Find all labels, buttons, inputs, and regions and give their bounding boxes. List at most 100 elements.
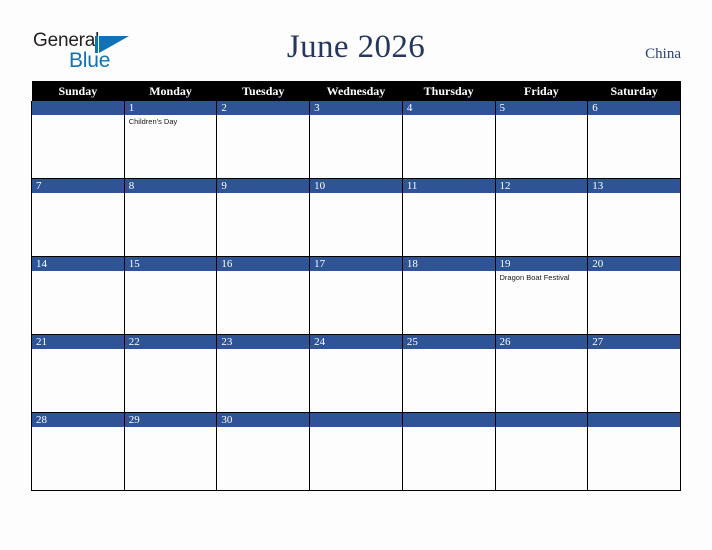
calendar-day-cell[interactable]: 29: [123, 412, 218, 491]
calendar-day-cell[interactable]: 30: [216, 412, 311, 491]
day-cell-inner: 21: [32, 335, 124, 412]
calendar-day-cell[interactable]: 14: [31, 256, 125, 335]
day-cell-inner: 17: [310, 257, 402, 334]
calendar-day-cell[interactable]: 18: [401, 256, 496, 335]
day-cell-inner: [310, 413, 402, 490]
holiday-event-label: Dragon Boat Festival: [499, 273, 570, 282]
calendar-day-cell[interactable]: 20: [587, 256, 681, 335]
day-events: [32, 193, 124, 195]
calendar-day-cell[interactable]: 27: [587, 334, 681, 413]
day-cell-inner: 22: [124, 335, 217, 412]
calendar-day-cell[interactable]: 13: [587, 178, 681, 257]
calendar-day-cell[interactable]: 3: [309, 101, 403, 179]
calendar-day-cell[interactable]: 25: [401, 334, 496, 413]
calendar-day-cell[interactable]: 5: [494, 101, 589, 179]
day-events: [217, 271, 309, 273]
calendar-day-cell[interactable]: 11: [401, 178, 496, 257]
day-number: 21: [32, 335, 124, 349]
day-cell-inner: 3: [310, 101, 402, 178]
calendar-day-cell[interactable]: 16: [216, 256, 311, 335]
country-label: China: [645, 46, 681, 62]
day-cell-inner: 28: [32, 413, 124, 490]
calendar-day-cell[interactable]: 10: [309, 178, 403, 257]
day-cell-inner: 18: [402, 257, 495, 334]
calendar-day-cell[interactable]: 7: [31, 178, 125, 257]
calendar-day-cell[interactable]: 24: [309, 334, 403, 413]
day-number: 8: [124, 179, 217, 193]
weekday-header-row: Sunday Monday Tuesday Wednesday Thursday…: [31, 81, 681, 101]
day-cell-inner: 14: [32, 257, 124, 334]
calendar-empty-cell: [494, 412, 589, 491]
calendar-day-cell[interactable]: 6: [587, 101, 681, 179]
day-cell-inner: 30: [217, 413, 310, 490]
calendar-week-row: 21 22 23 24 25 26 27: [31, 334, 681, 413]
day-number: 2: [217, 101, 310, 115]
day-events: [217, 193, 309, 195]
day-number: 29: [124, 413, 217, 427]
day-events: [217, 349, 309, 351]
day-events: Children's Day: [125, 115, 217, 127]
calendar-day-cell[interactable]: 12: [494, 178, 589, 257]
day-cell-inner: 13: [588, 179, 680, 256]
day-number: 15: [124, 257, 217, 271]
day-number: 26: [495, 335, 588, 349]
calendar-week-row: 7 8 9 10 11 12 13: [31, 178, 681, 257]
day-number: 18: [402, 257, 495, 271]
calendar-day-cell[interactable]: 4: [401, 101, 496, 179]
day-number: 12: [495, 179, 588, 193]
day-number: 6: [588, 101, 680, 115]
day-cell-inner: 5: [495, 101, 588, 178]
calendar-day-cell[interactable]: 1 Children's Day: [123, 101, 218, 179]
weekday-header-sunday: Sunday: [31, 81, 125, 101]
day-number: 30: [217, 413, 310, 427]
day-cell-inner: 24: [310, 335, 402, 412]
day-number: 13: [588, 179, 680, 193]
day-number: 27: [588, 335, 680, 349]
calendar-day-cell[interactable]: 9: [216, 178, 311, 257]
day-number: 23: [217, 335, 310, 349]
day-number: 4: [402, 101, 495, 115]
day-events: [403, 193, 495, 195]
page-title: June 2026: [286, 29, 426, 65]
day-cell-inner: 1 Children's Day: [124, 101, 217, 178]
calendar-day-cell[interactable]: 26: [494, 334, 589, 413]
day-events: [588, 427, 680, 429]
day-number: 11: [402, 179, 495, 193]
day-cell-inner: 4: [402, 101, 495, 178]
day-events: [496, 427, 588, 429]
holiday-event-label: Children's Day: [128, 117, 178, 126]
day-number: 9: [217, 179, 310, 193]
day-cell-inner: [402, 413, 495, 490]
calendar-day-cell[interactable]: 21: [31, 334, 125, 413]
calendar-day-cell[interactable]: 8: [123, 178, 218, 257]
day-cell-inner: 2: [217, 101, 310, 178]
calendar-day-cell[interactable]: 15: [123, 256, 218, 335]
day-events: [125, 193, 217, 195]
day-events: [217, 115, 309, 117]
calendar-day-cell[interactable]: 22: [123, 334, 218, 413]
day-cell-inner: 10: [310, 179, 402, 256]
day-events: [588, 349, 680, 351]
calendar-week-row: 14 15 16 17 18 19 Dragon Boat Festival 20: [31, 256, 681, 335]
calendar-day-cell[interactable]: 2: [216, 101, 311, 179]
day-events: [403, 271, 495, 273]
calendar-day-cell[interactable]: 28: [31, 412, 125, 491]
weekday-header-saturday: Saturday: [587, 81, 681, 101]
calendar-empty-cell: [587, 412, 681, 491]
day-cell-inner: 15: [124, 257, 217, 334]
day-cell-inner: 19 Dragon Boat Festival: [495, 257, 588, 334]
day-cell-inner: [495, 413, 588, 490]
day-cell-inner: 25: [402, 335, 495, 412]
day-number: 1: [124, 101, 217, 115]
day-events: [403, 427, 495, 429]
day-cell-inner: 8: [124, 179, 217, 256]
day-events: [588, 115, 680, 117]
calendar-day-cell[interactable]: 19 Dragon Boat Festival: [494, 256, 589, 335]
calendar-empty-cell: [31, 101, 125, 179]
day-events: [32, 271, 124, 273]
calendar-day-cell[interactable]: 17: [309, 256, 403, 335]
calendar-day-cell[interactable]: 23: [216, 334, 311, 413]
day-events: [125, 349, 217, 351]
day-cell-inner: [32, 101, 124, 178]
calendar-grid: Sunday Monday Tuesday Wednesday Thursday…: [31, 81, 681, 491]
